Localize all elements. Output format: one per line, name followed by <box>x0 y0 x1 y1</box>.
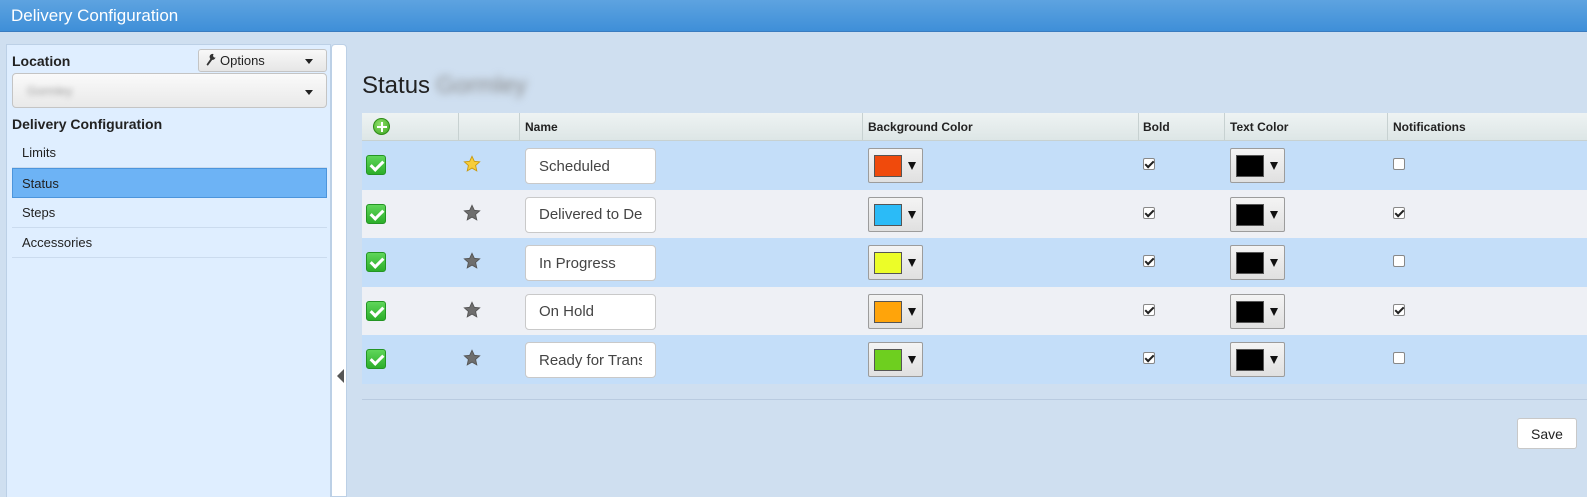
dropdown-arrow-icon <box>1270 210 1278 219</box>
grid-body <box>362 141 1587 384</box>
notifications-checkbox[interactable] <box>1393 206 1405 219</box>
notifications-checkbox[interactable] <box>1393 158 1405 170</box>
dropdown-arrow-icon <box>908 356 916 364</box>
background-color-swatch <box>874 155 902 177</box>
notifications-checkbox[interactable] <box>1393 352 1405 364</box>
sidebar-item-steps[interactable]: Steps <box>12 198 327 228</box>
sidebar-item-limits[interactable]: Limits <box>12 138 327 168</box>
background-color-picker[interactable] <box>868 196 923 232</box>
location-label: Location <box>12 53 71 69</box>
dropdown-arrow-icon <box>908 259 916 267</box>
status-name-input[interactable] <box>525 293 656 330</box>
table-row <box>362 189 1587 238</box>
save-button[interactable]: Save <box>1517 418 1577 449</box>
status-name-input[interactable] <box>525 342 656 378</box>
text-color-picker[interactable] <box>1230 342 1285 377</box>
table-row <box>362 286 1587 335</box>
background-color-swatch <box>874 203 902 226</box>
table-row <box>362 335 1587 384</box>
table-row <box>362 141 1587 190</box>
bold-checkbox[interactable] <box>1143 206 1155 219</box>
text-color-swatch <box>1236 300 1264 323</box>
column-header-text-color[interactable]: Text Color <box>1230 120 1288 134</box>
divider <box>362 399 1587 400</box>
text-color-picker[interactable] <box>1230 148 1285 183</box>
grid-header: Name Background Color Bold Text Color No… <box>362 113 1587 141</box>
sidebar-item-accessories[interactable]: Accessories <box>12 228 327 258</box>
chevron-down-icon <box>305 90 313 95</box>
background-color-swatch <box>874 252 902 274</box>
star-icon[interactable] <box>463 300 481 319</box>
dropdown-arrow-icon <box>908 162 916 170</box>
star-icon[interactable] <box>463 252 481 270</box>
enabled-checkbox[interactable] <box>366 300 386 321</box>
notifications-checkbox[interactable] <box>1393 255 1405 267</box>
background-color-picker[interactable] <box>868 293 923 329</box>
dropdown-arrow-icon <box>1270 307 1278 316</box>
dropdown-arrow-icon <box>908 210 916 219</box>
column-header-name[interactable]: Name <box>525 120 558 134</box>
text-color-swatch <box>1236 349 1264 371</box>
status-name-input[interactable] <box>525 196 656 233</box>
text-color-swatch <box>1236 155 1264 177</box>
enabled-checkbox[interactable] <box>366 155 386 175</box>
table-row <box>362 238 1587 287</box>
background-color-swatch <box>874 349 902 371</box>
enabled-checkbox[interactable] <box>366 349 386 369</box>
background-color-picker[interactable] <box>868 245 923 280</box>
collapse-arrow-icon[interactable] <box>337 369 344 383</box>
sidebar: Location Options Gormley Delivery Config… <box>6 44 331 497</box>
add-icon[interactable] <box>373 118 390 135</box>
dropdown-arrow-icon <box>1270 356 1278 364</box>
section-title: Delivery Configuration <box>12 116 163 132</box>
enabled-checkbox[interactable] <box>366 252 386 272</box>
page-title: Status Gormley <box>362 72 527 100</box>
bold-checkbox[interactable] <box>1143 158 1155 170</box>
column-header-background-color[interactable]: Background Color <box>868 120 973 134</box>
bold-checkbox[interactable] <box>1143 303 1155 316</box>
window-title: Delivery Configuration <box>11 6 179 25</box>
options-label: Options <box>220 53 265 68</box>
options-button[interactable]: Options <box>198 49 327 72</box>
dropdown-arrow-icon <box>908 307 916 316</box>
wrench-icon <box>206 53 216 66</box>
location-select[interactable]: Gormley <box>12 73 327 108</box>
location-value: Gormley <box>27 84 73 98</box>
status-name-input[interactable] <box>525 245 656 281</box>
background-color-picker[interactable] <box>868 148 923 183</box>
star-icon[interactable] <box>463 203 481 222</box>
sidebar-item-status[interactable]: Status <box>12 168 327 198</box>
title-bar: Delivery Configuration <box>0 0 1587 32</box>
text-color-picker[interactable] <box>1230 245 1285 280</box>
dropdown-arrow-icon <box>1270 162 1278 170</box>
text-color-swatch <box>1236 203 1264 226</box>
background-color-picker[interactable] <box>868 342 923 377</box>
star-icon[interactable] <box>463 155 481 173</box>
background-color-swatch <box>874 300 902 323</box>
column-header-notifications[interactable]: Notifications <box>1393 120 1466 134</box>
text-color-picker[interactable] <box>1230 196 1285 232</box>
sidebar-nav: Limits Status Steps Accessories <box>12 138 327 258</box>
column-header-bold[interactable]: Bold <box>1143 120 1170 134</box>
bold-checkbox[interactable] <box>1143 255 1155 267</box>
enabled-checkbox[interactable] <box>366 203 386 224</box>
page-title-text: Status <box>362 72 431 99</box>
notifications-checkbox[interactable] <box>1393 303 1405 316</box>
dropdown-arrow-icon <box>1270 259 1278 267</box>
text-color-picker[interactable] <box>1230 293 1285 329</box>
page-title-location: Gormley <box>436 72 527 99</box>
status-name-input[interactable] <box>525 148 656 184</box>
splitter[interactable] <box>331 44 347 497</box>
bold-checkbox[interactable] <box>1143 352 1155 364</box>
star-icon[interactable] <box>463 349 481 367</box>
status-grid: Name Background Color Bold Text Color No… <box>362 113 1587 384</box>
text-color-swatch <box>1236 252 1264 274</box>
chevron-down-icon <box>305 59 313 64</box>
